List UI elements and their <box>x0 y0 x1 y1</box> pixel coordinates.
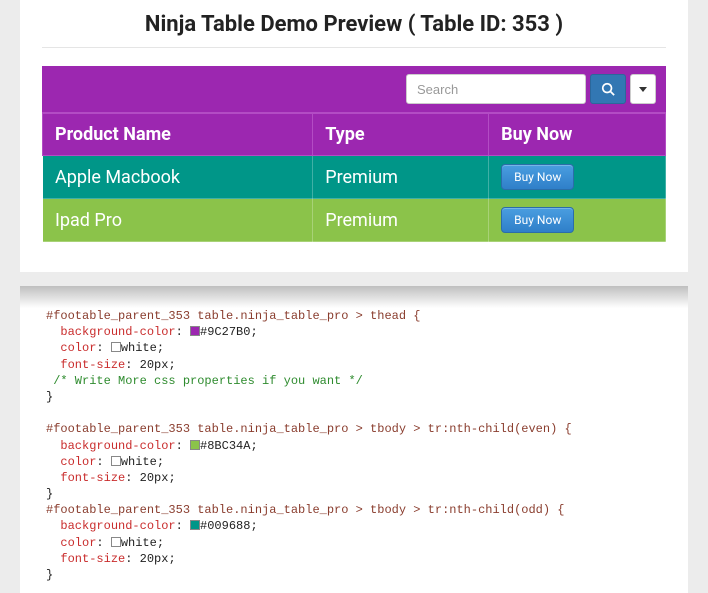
color-swatch <box>111 342 121 352</box>
code-selector: #footable_parent_353 table.ninja_table_p… <box>46 503 564 517</box>
code-selector: #footable_parent_353 table.ninja_table_p… <box>46 422 572 436</box>
search-icon <box>601 82 615 96</box>
table-row: Apple Macbook Premium Buy Now <box>43 156 666 199</box>
toolbar-dropdown[interactable] <box>630 74 656 104</box>
code-brace: } <box>46 390 53 404</box>
color-swatch <box>111 537 121 547</box>
code-value: white <box>121 455 157 469</box>
code-prop: font-size <box>60 471 125 485</box>
cell-product-name: Ipad Pro <box>43 199 313 242</box>
code-prop: background-color <box>60 325 175 339</box>
col-product-name[interactable]: Product Name <box>43 114 313 156</box>
code-prop: color <box>60 536 96 550</box>
code-brace: } <box>46 568 53 582</box>
code-prop: color <box>60 455 96 469</box>
code-value: #8BC34A <box>200 439 250 453</box>
color-swatch <box>190 326 200 336</box>
col-type[interactable]: Type <box>313 114 489 156</box>
preview-card: Ninja Table Demo Preview ( Table ID: 353… <box>20 0 688 272</box>
divider <box>42 47 666 48</box>
code-value: #009688 <box>200 519 250 533</box>
table-row: Ipad Pro Premium Buy Now <box>43 199 666 242</box>
cell-type: Premium <box>313 156 489 199</box>
color-swatch <box>190 440 200 450</box>
color-swatch <box>111 456 121 466</box>
code-prop: background-color <box>60 519 175 533</box>
code-prop: font-size <box>60 358 125 372</box>
css-code-block: #footable_parent_353 table.ninja_table_p… <box>20 286 688 593</box>
buy-now-button[interactable]: Buy Now <box>501 207 574 233</box>
data-table: Product Name Type Buy Now Apple Macbook … <box>42 113 666 242</box>
code-comment: /* Write More css properties if you want… <box>53 374 363 388</box>
cell-product-name: Apple Macbook <box>43 156 313 199</box>
code-prop: color <box>60 341 96 355</box>
search-input[interactable] <box>406 74 586 104</box>
cell-type: Premium <box>313 199 489 242</box>
code-selector: #footable_parent_353 table.ninja_table_p… <box>46 309 420 323</box>
caret-down-icon <box>639 87 647 92</box>
code-value: 20px <box>140 358 169 372</box>
code-prop: background-color <box>60 439 175 453</box>
cell-buy: Buy Now <box>489 199 666 242</box>
table-header-row: Product Name Type Buy Now <box>43 114 666 156</box>
code-brace: } <box>46 487 53 501</box>
code-value: 20px <box>140 471 169 485</box>
search-button[interactable] <box>590 74 626 104</box>
cell-buy: Buy Now <box>489 156 666 199</box>
col-buy-now[interactable]: Buy Now <box>489 114 666 156</box>
code-value: white <box>121 536 157 550</box>
page-title: Ninja Table Demo Preview ( Table ID: 353… <box>42 8 666 47</box>
code-value: #9C27B0 <box>200 325 250 339</box>
code-value: 20px <box>140 552 169 566</box>
color-swatch <box>190 520 200 530</box>
table-toolbar <box>42 66 666 113</box>
buy-now-button[interactable]: Buy Now <box>501 164 574 190</box>
code-prop: font-size <box>60 552 125 566</box>
code-value: white <box>121 341 157 355</box>
